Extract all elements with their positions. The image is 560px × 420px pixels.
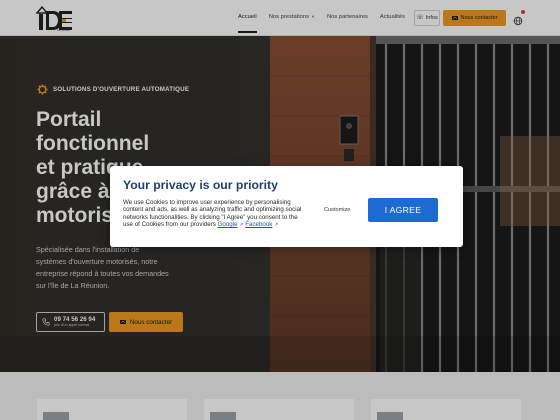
cards-section [0,372,560,420]
privacy-modal: Your privacy is our priority We use Cook… [110,166,463,247]
nav-item-partenaires[interactable]: Nos partenaires [327,13,368,21]
nav-label: Nos partenaires [326,14,368,20]
contact-label: Nous contacter [460,15,498,21]
infos-label: Infos [425,15,438,21]
card-image [43,412,69,420]
nav-label: Accueil [238,14,257,20]
hero-description-line: entreprise répond à toutes vos demandes [36,269,169,278]
hero-description-line: sur l'île de La Réunion. [36,281,110,290]
contact-button-hero[interactable]: Nous contacter [109,312,183,332]
external-link-icon: ↗ [239,222,244,229]
contact-label: Nous contacter [129,318,173,326]
infos-button[interactable]: ☏ Infos [414,10,440,26]
hero-tag: SOLUTIONS D'OUVERTURE AUTOMATIQUE [37,84,189,95]
privacy-modal-text: We use Cookies to improve user experienc… [123,199,303,230]
nav-label: Actualités [379,14,405,20]
service-card[interactable] [204,399,354,420]
notification-dot [521,10,525,14]
main-nav: Accueil Nos prestations ▼ Nos partenaires… [238,13,417,33]
nav-label: Nos prestations [268,14,309,20]
phone-number: 09 74 56 26 94 [54,316,96,323]
agree-button[interactable]: I AGREE [368,198,438,222]
hero-title-line: fonctionnel [36,132,150,155]
hero-description-line: systèmes d'ouverture motorisés, notre [36,257,158,266]
logo-mark-icon [36,5,72,30]
phone-subtext: prix d'un appel normal [54,323,90,327]
card-image [210,412,236,420]
customize-button[interactable]: Customize [324,207,350,213]
logo-subtitle: services [57,28,70,32]
privacy-modal-title: Your privacy is our priority [123,178,278,192]
mail-icon [119,319,126,325]
phone-text: 09 74 56 26 94 prix d'un appel normal [54,316,95,328]
mail-icon [451,15,458,21]
phone-icon [42,318,50,326]
phone-icon: ☏ [416,15,424,21]
nav-item-actualites[interactable]: Actualités [380,13,405,21]
site-header: services Accueil Nos prestations ▼ Nos pa… [0,0,560,36]
google-link[interactable]: Google [218,221,238,228]
nav-item-prestations[interactable]: Nos prestations ▼ [269,13,315,21]
chevron-down-icon: ▼ [310,14,315,19]
facebook-link[interactable]: Facebook [245,221,272,228]
service-card[interactable] [371,399,521,420]
contact-button-header[interactable]: Nous contacter [443,10,506,26]
logo[interactable] [36,5,76,32]
hero-tag-label: SOLUTIONS D'OUVERTURE AUTOMATIQUE [53,86,190,93]
service-card[interactable] [37,399,187,420]
card-image [377,412,403,420]
hero-description: Spécialisée dans l'installation de systè… [36,244,226,292]
globe-icon[interactable] [513,13,523,26]
phone-button[interactable]: 09 74 56 26 94 prix d'un appel normal [36,312,105,332]
hero-title-line: Portail [36,108,102,131]
nav-item-accueil[interactable]: Accueil [238,13,257,33]
gear-icon [37,84,48,95]
external-link-icon: ↗ [274,222,279,229]
